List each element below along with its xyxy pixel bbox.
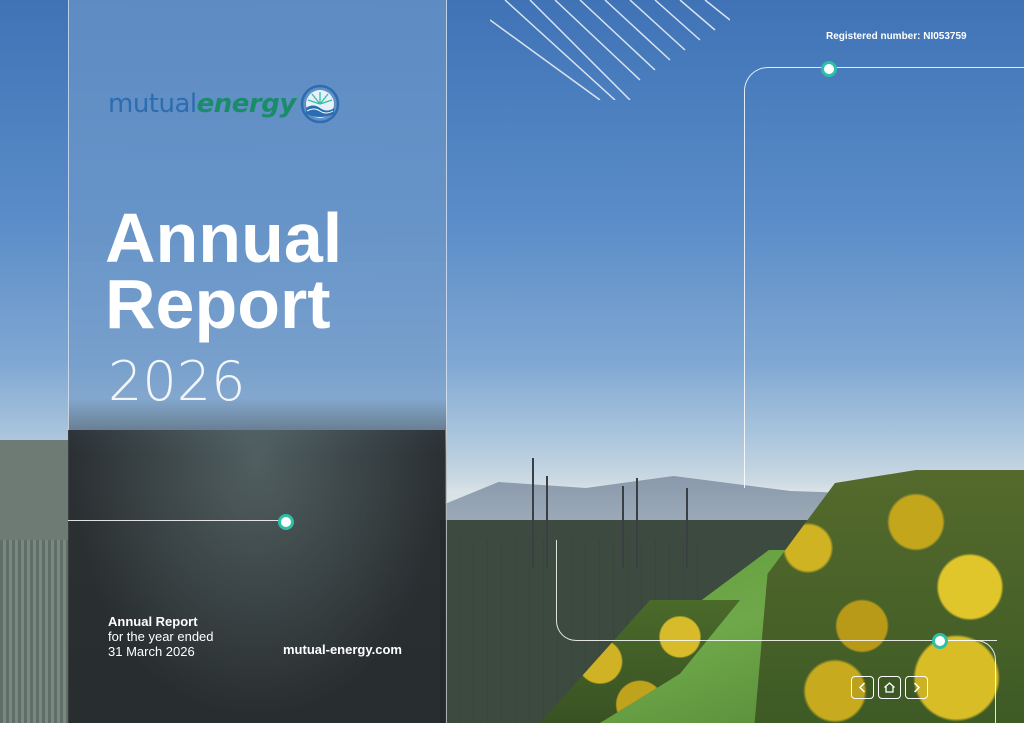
pylon bbox=[546, 476, 548, 568]
footer-period-label: for the year ended bbox=[108, 629, 214, 644]
frame-dot-bottom bbox=[932, 633, 948, 649]
blurred-building bbox=[68, 430, 445, 723]
logo-word-energy: energy bbox=[196, 89, 297, 119]
logo-word-mutual: mutual bbox=[108, 89, 197, 119]
connector-dot bbox=[278, 514, 294, 530]
previous-page-button[interactable] bbox=[851, 676, 874, 699]
registered-number: Registered number: NI053759 bbox=[826, 31, 967, 42]
logo-wordmark: mutualenergy bbox=[108, 89, 296, 119]
website-link[interactable]: mutual-energy.com bbox=[283, 642, 402, 657]
sun-wave-logo-icon bbox=[300, 84, 340, 124]
chevron-right-icon bbox=[913, 682, 921, 693]
connector-line bbox=[68, 520, 282, 521]
cover-title: Annual Report bbox=[105, 199, 343, 343]
home-button[interactable] bbox=[878, 676, 901, 699]
next-page-button[interactable] bbox=[905, 676, 928, 699]
page-navigation bbox=[851, 676, 928, 699]
footer-period-date: 31 March 2026 bbox=[108, 644, 195, 659]
title-line-annual: Annual bbox=[105, 199, 343, 277]
report-period: Annual Report for the year ended 31 Marc… bbox=[108, 614, 214, 659]
mutual-energy-logo: mutualenergy bbox=[108, 84, 340, 124]
diagonal-lines-decoration bbox=[490, 0, 730, 100]
cover-year: 2026 bbox=[108, 350, 246, 413]
home-icon bbox=[884, 682, 895, 693]
footer-report-label: Annual Report bbox=[108, 614, 198, 629]
frame-line-corner bbox=[940, 640, 996, 731]
frame-line-bottom bbox=[556, 540, 997, 641]
title-line-report: Report bbox=[105, 265, 331, 343]
building-cladding bbox=[0, 540, 68, 723]
frame-line-top bbox=[744, 67, 1024, 488]
frame-dot-top bbox=[821, 61, 837, 77]
pylon bbox=[532, 458, 534, 568]
chevron-left-icon bbox=[858, 682, 866, 693]
